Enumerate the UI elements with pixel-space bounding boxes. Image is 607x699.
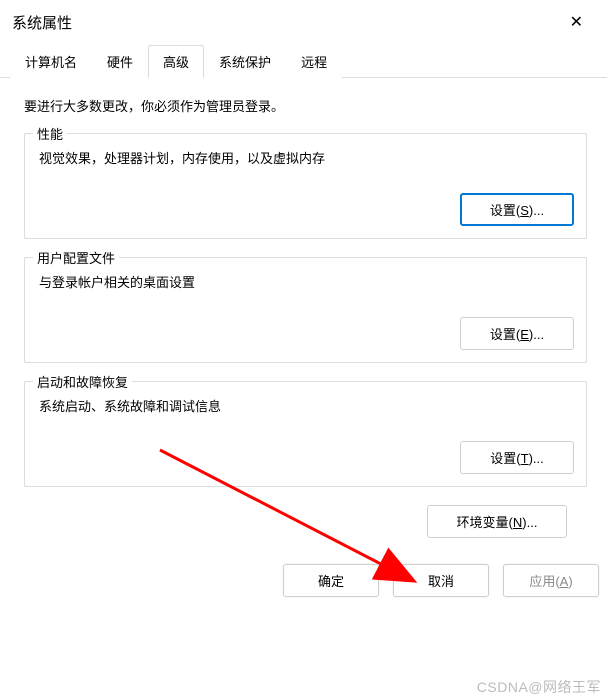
cancel-button[interactable]: 取消 bbox=[393, 564, 489, 597]
startup-title: 启动和故障恢复 bbox=[33, 372, 132, 391]
user-profiles-settings-button[interactable]: 设置(E)... bbox=[460, 317, 574, 350]
performance-group: 性能 视觉效果，处理器计划，内存使用，以及虚拟内存 设置(S)... bbox=[24, 133, 587, 239]
tab-computer-name[interactable]: 计算机名 bbox=[10, 45, 92, 78]
tabs: 计算机名 硬件 高级 系统保护 远程 bbox=[0, 44, 607, 78]
startup-desc: 系统启动、系统故障和调试信息 bbox=[39, 396, 574, 415]
user-profiles-group: 用户配置文件 与登录帐户相关的桌面设置 设置(E)... bbox=[24, 257, 587, 363]
startup-group: 启动和故障恢复 系统启动、系统故障和调试信息 设置(T)... bbox=[24, 381, 587, 487]
dialog-buttons: 确定 取消 应用(A) bbox=[0, 564, 607, 597]
watermark: CSDNA@网络王军 bbox=[477, 677, 601, 697]
tab-system-protection[interactable]: 系统保护 bbox=[204, 45, 286, 78]
performance-desc: 视觉效果，处理器计划，内存使用，以及虚拟内存 bbox=[39, 148, 574, 167]
performance-title: 性能 bbox=[33, 124, 67, 143]
startup-settings-button[interactable]: 设置(T)... bbox=[460, 441, 574, 474]
user-profiles-title: 用户配置文件 bbox=[33, 248, 119, 267]
tab-hardware[interactable]: 硬件 bbox=[92, 45, 148, 78]
tab-remote[interactable]: 远程 bbox=[286, 45, 342, 78]
performance-settings-button[interactable]: 设置(S)... bbox=[460, 193, 574, 226]
window-title: 系统属性 bbox=[12, 12, 72, 33]
apply-button[interactable]: 应用(A) bbox=[503, 564, 599, 597]
ok-button[interactable]: 确定 bbox=[283, 564, 379, 597]
tab-advanced[interactable]: 高级 bbox=[148, 45, 204, 78]
user-profiles-desc: 与登录帐户相关的桌面设置 bbox=[39, 272, 574, 291]
environment-variables-button[interactable]: 环境变量(N)... bbox=[427, 505, 567, 538]
titlebar: 系统属性 ✕ bbox=[0, 0, 607, 44]
intro-text: 要进行大多数更改，你必须作为管理员登录。 bbox=[24, 96, 587, 115]
advanced-panel: 要进行大多数更改，你必须作为管理员登录。 性能 视觉效果，处理器计划，内存使用，… bbox=[0, 78, 607, 564]
close-icon[interactable]: ✕ bbox=[562, 8, 591, 36]
